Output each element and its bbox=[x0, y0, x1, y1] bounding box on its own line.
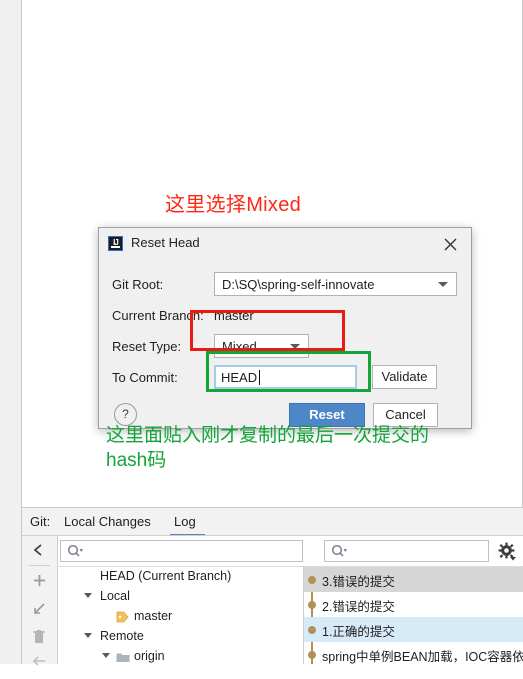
git-side-toolbar bbox=[22, 536, 58, 666]
commit-row[interactable]: 2.错误的提交 bbox=[304, 592, 523, 617]
commit-message: 1.正确的提交 bbox=[322, 625, 395, 639]
tab-log[interactable]: Log bbox=[174, 514, 196, 529]
chevron-down-icon[interactable] bbox=[102, 653, 110, 658]
to-commit-value: HEAD bbox=[221, 370, 258, 385]
gear-icon[interactable] bbox=[498, 542, 517, 561]
branch-tree-panel[interactable]: HEAD (Current Branch) Local master Remot… bbox=[58, 566, 304, 664]
chevron-down-icon bbox=[290, 344, 300, 349]
reset-type-dropdown[interactable]: Mixed bbox=[214, 334, 309, 358]
commit-node-icon bbox=[308, 576, 316, 584]
search-icon bbox=[67, 544, 83, 564]
commit-node-icon bbox=[308, 601, 316, 609]
commit-message: 2.错误的提交 bbox=[322, 600, 395, 614]
tree-row[interactable]: Local bbox=[58, 587, 303, 607]
dialog-body: Git Root: D:\SQ\spring-self-innovate Cur… bbox=[99, 260, 471, 428]
tree-item-label: HEAD (Current Branch) bbox=[100, 569, 232, 583]
tab-local-changes[interactable]: Local Changes bbox=[64, 514, 151, 529]
chevron-down-icon bbox=[438, 282, 448, 287]
add-icon[interactable] bbox=[22, 567, 57, 595]
dialog-title-bar: IJ Reset Head bbox=[99, 228, 471, 260]
tree-row[interactable]: origin bbox=[58, 647, 303, 667]
tag-icon bbox=[116, 611, 129, 626]
tree-item-label: Local bbox=[100, 589, 130, 603]
text-caret bbox=[259, 370, 260, 385]
intellij-idea-icon: IJ bbox=[108, 236, 123, 251]
git-root-label: Git Root: bbox=[112, 277, 164, 292]
reset-type-label: Reset Type: bbox=[112, 339, 182, 354]
commit-search-input[interactable] bbox=[324, 540, 489, 562]
tree-item-label: master bbox=[134, 609, 173, 623]
git-root-value: D:\SQ\spring-self-innovate bbox=[222, 277, 375, 292]
tree-row[interactable]: Remote bbox=[58, 627, 303, 647]
commit-row[interactable]: 3.错误的提交 bbox=[304, 567, 523, 592]
commit-node-icon bbox=[308, 626, 316, 634]
commit-row[interactable]: 1.正确的提交 bbox=[304, 617, 523, 642]
tree-item-label: origin bbox=[134, 649, 165, 663]
arrow-left-icon[interactable] bbox=[22, 651, 57, 679]
close-icon[interactable] bbox=[433, 232, 467, 256]
delete-icon[interactable] bbox=[22, 623, 57, 651]
git-tool-window: Git: Local Changes Log HEAD (Current Bra… bbox=[22, 508, 523, 666]
git-tab-bar: Git: Local Changes Log bbox=[22, 508, 523, 536]
reset-head-dialog: IJ Reset Head Git Root: D:\SQ\spring-sel… bbox=[98, 227, 472, 429]
chevron-down-icon[interactable] bbox=[84, 593, 92, 598]
tree-row[interactable]: HEAD (Current Branch) bbox=[58, 567, 303, 587]
ide-window: 这里选择Mixed IJ Reset Head Git Root: D:\SQ\… bbox=[0, 0, 523, 666]
commit-node-icon bbox=[308, 651, 316, 659]
annotation-red-text: 这里选择Mixed bbox=[165, 194, 302, 216]
tree-row[interactable]: master bbox=[58, 607, 303, 627]
editor-left-gutter bbox=[0, 0, 22, 664]
branch-search-input[interactable] bbox=[60, 540, 303, 562]
commit-message: 3.错误的提交 bbox=[322, 575, 395, 589]
validate-button[interactable]: Validate bbox=[372, 365, 437, 389]
commit-row[interactable]: spring中单例BEAN加载，IOC容器依赖注 bbox=[304, 642, 523, 664]
tree-item-label: Remote bbox=[100, 629, 144, 643]
checkout-icon[interactable] bbox=[22, 595, 57, 623]
current-branch-label: Current Branch: bbox=[112, 308, 204, 323]
git-root-dropdown[interactable]: D:\SQ\spring-self-innovate bbox=[214, 272, 457, 296]
annotation-green-text: 这里面贴入刚才复制的最后一次提交的hash码 bbox=[106, 425, 430, 471]
commit-list-panel[interactable]: 3.错误的提交 2.错误的提交 1.正确的提交 spring中单例BEAN加载，… bbox=[304, 566, 523, 664]
commit-message: spring中单例BEAN加载，IOC容器依赖注 bbox=[322, 650, 523, 664]
dialog-title: Reset Head bbox=[131, 235, 200, 250]
to-commit-label: To Commit: bbox=[112, 370, 178, 385]
reset-type-value: Mixed bbox=[222, 339, 257, 354]
chevron-down-icon[interactable] bbox=[84, 633, 92, 638]
git-log-content: Bra HEAD (Current Branch) Local bbox=[58, 536, 523, 664]
search-icon bbox=[331, 544, 347, 564]
git-label: Git: bbox=[30, 514, 51, 529]
git-search-row: Bra bbox=[58, 536, 523, 566]
to-commit-input[interactable]: HEAD bbox=[214, 365, 357, 389]
current-branch-value: master bbox=[214, 308, 254, 323]
collapse-left-icon[interactable] bbox=[22, 536, 57, 564]
